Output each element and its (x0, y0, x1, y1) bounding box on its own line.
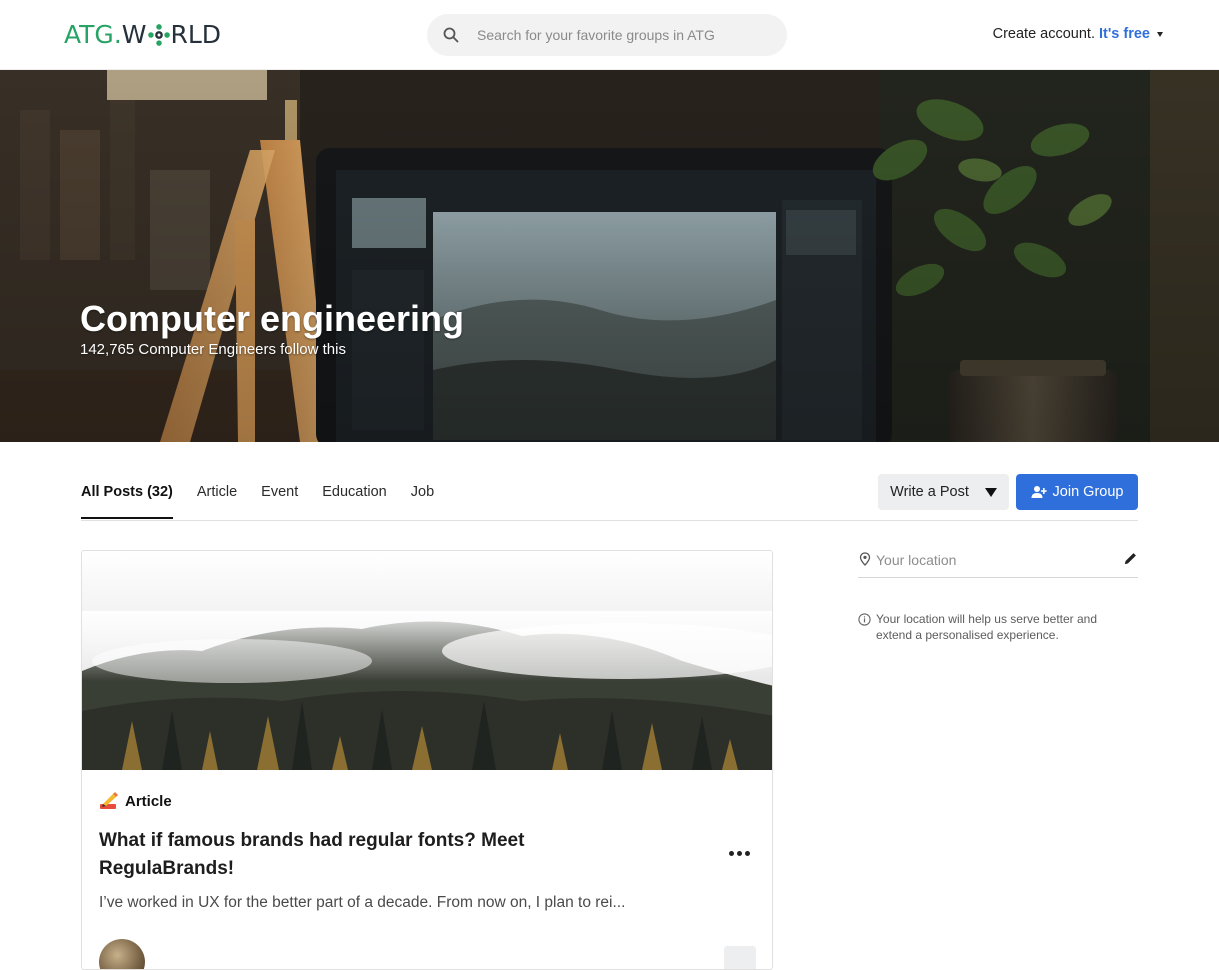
group-followers-count: 142,765 Computer Engineers follow this (80, 341, 346, 358)
post-type-text: Article (125, 792, 172, 810)
post-filter-bar: All Posts (32) Article Event Education J… (81, 470, 1138, 521)
share-button[interactable] (724, 946, 756, 969)
location-info-text: Your location will help us serve better … (876, 612, 1098, 642)
logo-text-atg: ATG (64, 20, 114, 49)
cover-overlay (0, 70, 1219, 442)
post-excerpt: I’ve worked in UX for the better part of… (99, 894, 626, 911)
atg-world-logo[interactable]: ATG . W RLD (64, 20, 221, 50)
author-avatar[interactable] (99, 939, 145, 969)
create-account-link[interactable]: Create account. It's free (993, 26, 1163, 42)
location-pin-icon (859, 552, 871, 566)
location-field[interactable] (858, 546, 1138, 578)
logo-dot: . (113, 20, 122, 49)
post-tabs: All Posts (32) Article Event Education J… (81, 484, 458, 519)
write-post-label: Write a Post (890, 484, 969, 500)
write-post-button[interactable]: Write a Post (878, 474, 1009, 510)
post-card[interactable]: Article What if famous brands had regula… (81, 550, 773, 970)
group-cover-banner: Computer engineering 142,765 Computer En… (0, 70, 1219, 442)
add-user-icon (1031, 486, 1047, 498)
more-options-icon[interactable] (725, 843, 753, 863)
search-input[interactable] (477, 27, 767, 43)
tab-event[interactable]: Event (261, 484, 298, 519)
post-type-label: Article (99, 792, 172, 810)
tab-article[interactable]: Article (197, 484, 237, 519)
post-title[interactable]: What if famous brands had regular fonts?… (99, 827, 619, 883)
join-group-button[interactable]: Join Group (1016, 474, 1138, 510)
edit-pencil-icon[interactable] (1124, 552, 1137, 565)
post-cover-image[interactable] (82, 551, 772, 770)
location-info: Your location will help us serve better … (858, 611, 1118, 643)
search-icon (427, 27, 473, 43)
logo-text-rld: RLD (170, 20, 222, 49)
group-title: Computer engineering (80, 298, 465, 339)
location-input[interactable] (876, 550, 1106, 570)
tab-all-posts[interactable]: All Posts (32) (81, 484, 173, 519)
its-free-text: It's free (1099, 26, 1150, 42)
top-navbar: ATG . W RLD Create account. It's free (0, 0, 1219, 70)
tab-education[interactable]: Education (322, 484, 387, 519)
info-icon (858, 613, 871, 626)
writing-hand-icon (100, 792, 118, 809)
search-bar[interactable] (427, 14, 787, 56)
caret-down-icon (1157, 31, 1163, 37)
join-group-label: Join Group (1052, 484, 1124, 500)
logo-globe-icon (147, 24, 170, 46)
tab-job[interactable]: Job (411, 484, 434, 519)
triangle-down-icon (984, 487, 997, 497)
logo-text-w: W (121, 20, 147, 49)
create-account-text: Create account. (992, 26, 1095, 42)
